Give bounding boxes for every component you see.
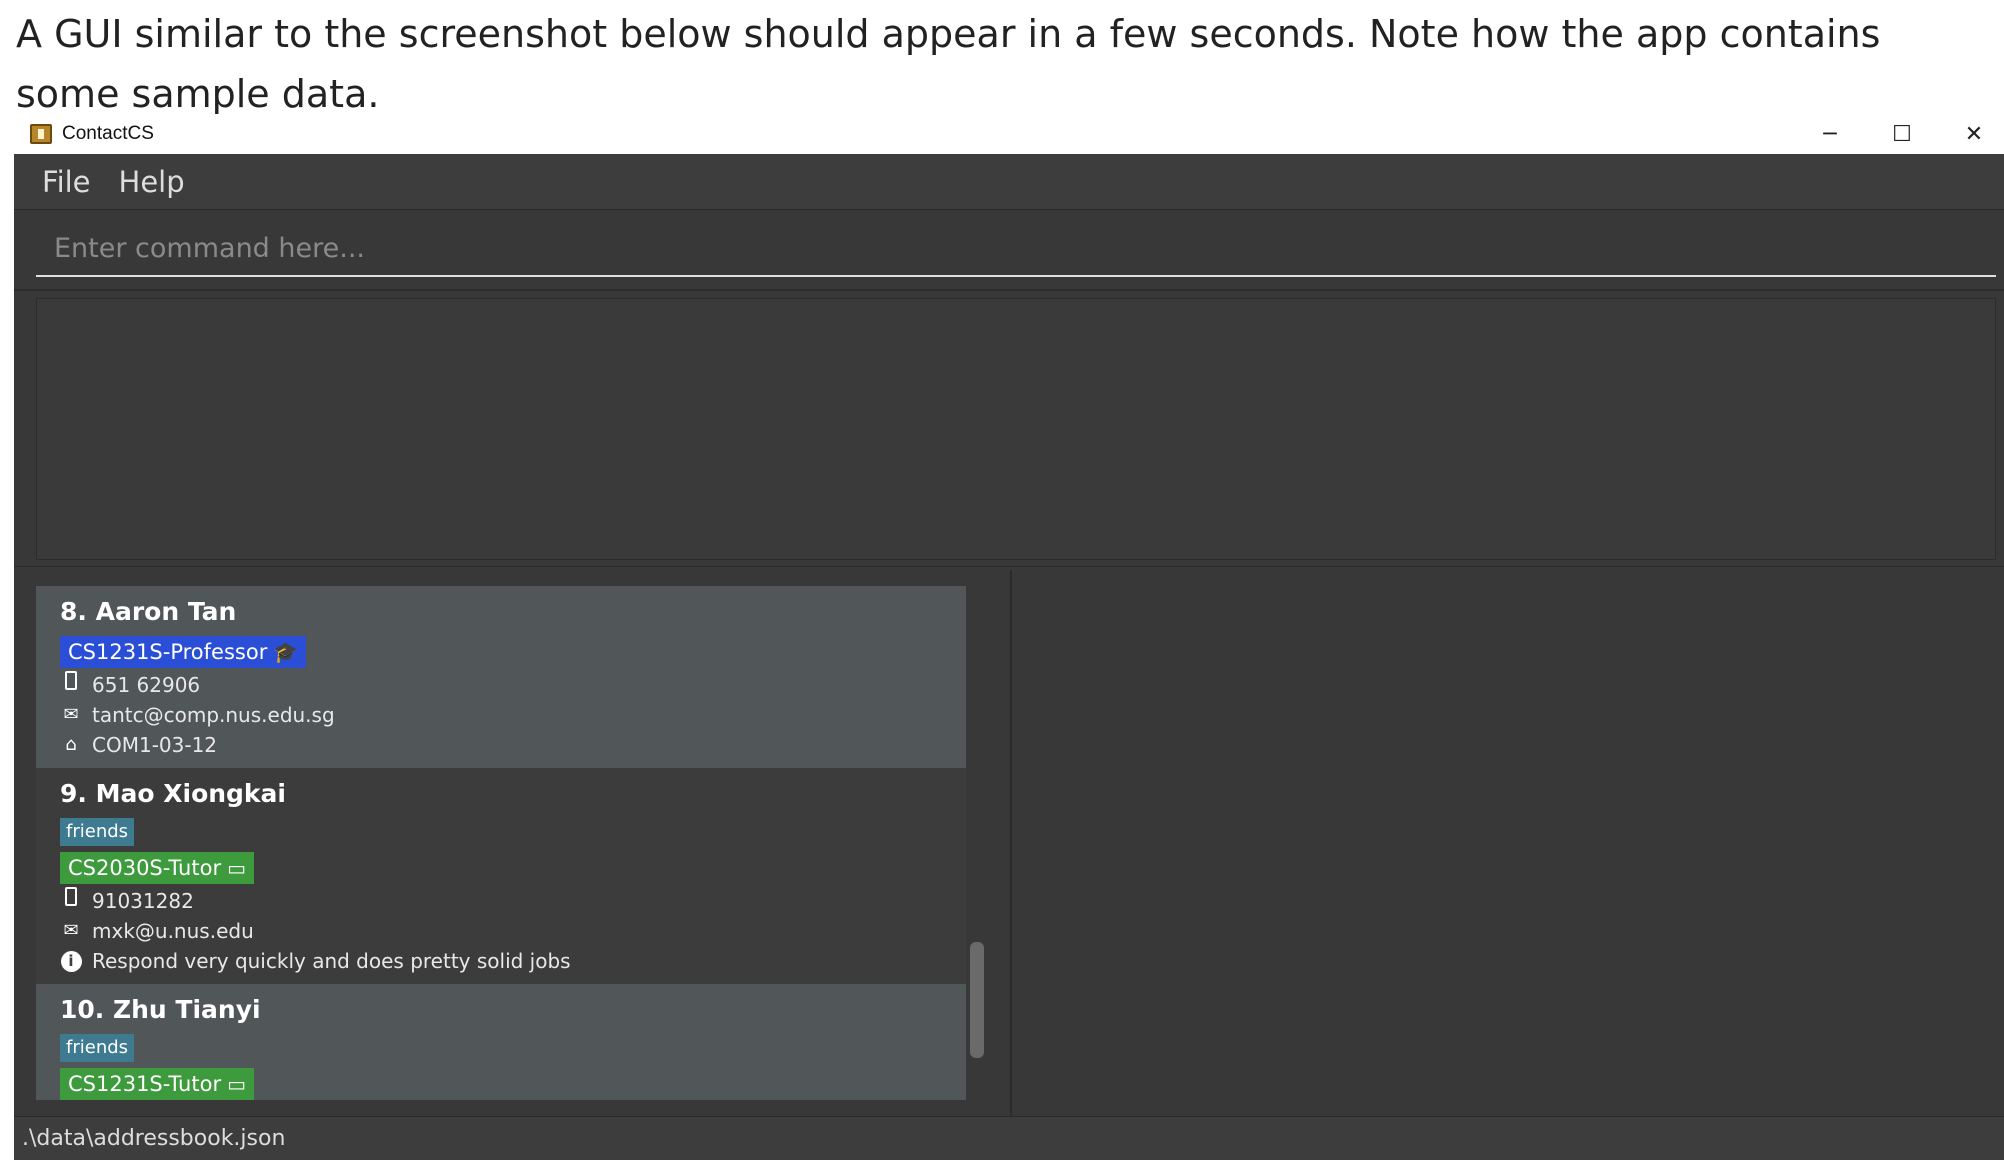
contact-card[interactable]: 9. Mao Xiongkai friends CS2030S-Tutor ▭ 9…	[36, 768, 966, 984]
close-button[interactable]: ✕	[1938, 114, 2004, 154]
tag-badge: friends	[60, 1034, 135, 1062]
result-display	[36, 298, 1996, 560]
page-caption: A GUI similar to the screenshot below sh…	[16, 12, 1881, 116]
contact-name: 9. Mao Xiongkai	[60, 779, 287, 808]
list-scrollbar[interactable]	[970, 942, 984, 1058]
minimize-button[interactable]: ─	[1794, 114, 1866, 154]
app-logo-icon	[30, 124, 52, 144]
envelope-icon: ✉	[63, 920, 79, 941]
phone-icon	[60, 670, 82, 700]
detail-panel	[1016, 570, 2004, 1116]
chalkboard-teacher-icon: ▭	[227, 1072, 246, 1096]
phone-field: 91031282	[60, 886, 942, 916]
email-field: ✉ mxk@u.nus.edu	[60, 916, 942, 946]
divider	[14, 566, 2004, 567]
contact-name: 8. Aaron Tan	[60, 597, 237, 626]
address-field: ⌂ COM1-03-12	[60, 730, 942, 760]
email-field: ✉ tantc@comp.nus.edu.sg	[60, 700, 942, 730]
role-badge: CS1231S-Tutor ▭	[60, 1068, 254, 1100]
graduation-cap-icon: 🎓	[273, 640, 299, 664]
menu-file[interactable]: File	[42, 165, 91, 199]
remark-value: Respond very quickly and does pretty sol…	[92, 949, 571, 973]
save-location: .\data\addressbook.json	[22, 1126, 286, 1151]
contact-card[interactable]: 10. Zhu Tianyi friends CS1231S-Tutor ▭	[36, 984, 966, 1100]
envelope-icon: ✉	[63, 704, 79, 725]
menu-help[interactable]: Help	[119, 165, 185, 199]
menu-bar: File Help	[14, 154, 2004, 210]
email-value: tantc@comp.nus.edu.sg	[92, 703, 335, 727]
tag-badge: friends	[60, 818, 135, 846]
contact-list: 8. Aaron Tan CS1231S-Professor 🎓 651 6290…	[36, 586, 966, 1100]
role-label: CS1231S-Professor	[68, 640, 268, 664]
maximize-button[interactable]: ☐	[1866, 114, 1938, 154]
role-badge: CS2030S-Tutor ▭	[60, 852, 254, 884]
role-label: CS2030S-Tutor	[68, 856, 222, 880]
info-icon: i	[60, 946, 82, 976]
window-title: ContactCS	[62, 123, 154, 144]
command-input[interactable]	[36, 221, 1996, 277]
remark-field: i Respond very quickly and does pretty s…	[60, 946, 942, 976]
phone-value: 91031282	[92, 889, 194, 913]
address-value: COM1-03-12	[92, 733, 218, 757]
home-icon: ⌂	[65, 734, 77, 755]
title-bar: ContactCS ─ ☐ ✕	[14, 114, 2004, 154]
chalkboard-teacher-icon: ▭	[227, 856, 246, 880]
status-bar: .\data\addressbook.json	[14, 1116, 2004, 1160]
phone-value: 651 62906	[92, 673, 201, 697]
window-controls: ─ ☐ ✕	[1794, 114, 2004, 154]
contact-card[interactable]: 8. Aaron Tan CS1231S-Professor 🎓 651 6290…	[36, 586, 966, 768]
role-label: CS1231S-Tutor	[68, 1072, 222, 1096]
command-area	[14, 211, 2004, 291]
phone-icon	[60, 886, 82, 916]
app-window: ContactCS ─ ☐ ✕ File Help 8. Aaron Tan C…	[14, 114, 2004, 1160]
phone-field: 651 62906	[60, 670, 942, 700]
role-badge: CS1231S-Professor 🎓	[60, 636, 307, 668]
email-value: mxk@u.nus.edu	[92, 919, 254, 943]
contact-name: 10. Zhu Tianyi	[60, 995, 261, 1024]
contact-list-panel: 8. Aaron Tan CS1231S-Professor 🎓 651 6290…	[18, 570, 1012, 1116]
